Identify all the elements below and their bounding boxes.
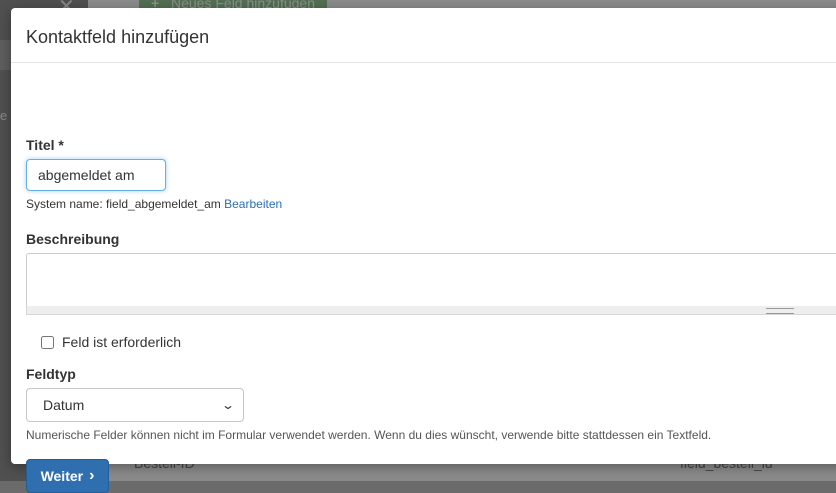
edit-system-name-link[interactable]: Bearbeiten [224,197,282,211]
next-button[interactable]: Weiter › [26,459,109,493]
field-type-selected-value: Datum [43,397,85,413]
required-label: Feld ist erforderlich [62,334,182,350]
required-checkbox[interactable] [41,335,54,349]
system-name-text: System name: field_abgemeldet_am [26,197,221,211]
next-button-label: Weiter [40,468,84,484]
grip-lines-icon [766,308,794,314]
field-type-help-text: Numerische Felder können nicht im Formul… [26,428,712,442]
textarea-resize-handle[interactable] [26,306,836,315]
field-type-select[interactable]: Datum ⌄ [26,388,244,422]
system-name-hint: System name: field_abgemeldet_am Bearbei… [26,197,282,211]
title-label: Titel * [26,137,64,153]
add-contact-field-modal: Kontaktfeld hinzufügen Titel * System na… [11,8,836,493]
description-textarea[interactable] [26,253,836,307]
chevron-down-icon: ⌄ [220,398,236,412]
description-label: Beschreibung [26,231,120,247]
required-row: Feld ist erforderlich [41,334,181,350]
chevron-right-icon: › [89,467,95,484]
field-type-label: Feldtyp [26,366,76,382]
modal-title: Kontaktfeld hinzufügen [26,27,210,47]
modal-header: Kontaktfeld hinzufügen [11,8,836,63]
title-input[interactable] [26,159,166,191]
